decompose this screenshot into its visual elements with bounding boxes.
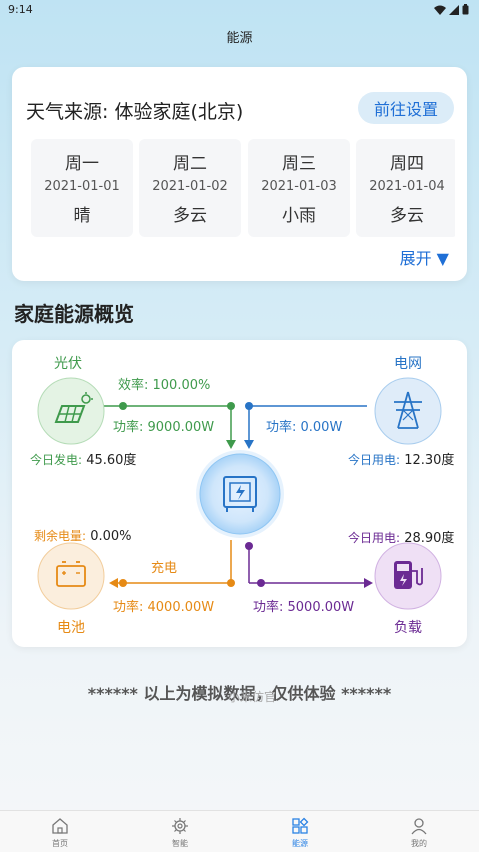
solar-efficiency: 效率: 100.00% — [118, 378, 211, 393]
day-name: 周三 — [282, 154, 316, 174]
load-power: 功率: 5000.00W — [253, 600, 355, 615]
weather-day-card[interactable]: 周二 2021-01-02 多云 — [139, 139, 241, 237]
battery-power: 功率: 4000.00W — [113, 600, 215, 615]
day-date: 2021-01-04 — [369, 179, 445, 194]
smart-gear-icon — [172, 818, 188, 834]
charging-station-icon — [374, 542, 442, 610]
power-tower-icon — [374, 377, 442, 445]
energy-grid-icon — [292, 817, 309, 834]
energy-flow-diagram — [37, 377, 442, 610]
tab-label: 我的 — [411, 839, 427, 848]
status-bar: 9:14 — [0, 0, 479, 22]
weather-card: 天气来源: 体验家庭(北京) 前往设置 周一 2021-01-01 晴 周二 2… — [12, 67, 467, 281]
tab-home[interactable]: 首页 — [0, 811, 120, 852]
battery-node-icon — [37, 542, 105, 610]
load-flow-line — [245, 542, 373, 588]
signal-icon — [449, 4, 459, 15]
home-icon — [52, 818, 68, 834]
expand-button[interactable]: 展开 ▼ — [400, 245, 449, 269]
tab-mine[interactable]: 我的 — [359, 811, 479, 852]
day-name: 周二 — [173, 154, 207, 174]
status-time: 9:14 — [8, 3, 33, 16]
solar-panel-icon — [37, 377, 105, 445]
solar-today-label: 今日发电: — [30, 453, 83, 467]
weather-source-title: 天气来源: 体验家庭(北京) — [26, 101, 244, 123]
energy-overview-card: 光伏 效率: 100.00% 功率: 9000.00W 今日发电: 45.60度… — [12, 340, 467, 647]
grid-today-label: 今日用电: — [348, 453, 401, 467]
goto-settings-button[interactable]: 前往设置 — [358, 92, 454, 124]
load-label: 负载 — [394, 620, 422, 636]
weather-day-card[interactable]: 周三 2021-01-03 小雨 — [248, 139, 350, 237]
load-today-row: 今日用电: 28.90度 — [348, 527, 454, 546]
energy-overview-title: 家庭能源概览 — [14, 302, 134, 326]
load-today-value: 28.90度 — [404, 531, 455, 546]
weather-days[interactable]: 周一 2021-01-01 晴 周二 2021-01-02 多云 周三 2021… — [31, 139, 455, 237]
battery-label: 电池 — [57, 620, 85, 636]
tab-label: 智能 — [172, 839, 188, 848]
solar-label: 光伏 — [54, 356, 82, 372]
day-weather: 小雨 — [282, 206, 316, 226]
bottom-tab-bar: 首页 智能 能源 我的 — [0, 810, 479, 852]
solar-today-value: 45.60度 — [86, 453, 137, 468]
day-weather: 晴 — [73, 206, 91, 226]
battery-remaining-row: 剩余电量: 0.00% — [34, 527, 132, 544]
solar-power: 功率: 9000.00W — [113, 420, 215, 435]
day-date: 2021-01-02 — [152, 179, 228, 194]
battery-remaining-value: 0.00% — [90, 529, 132, 544]
status-icons — [434, 4, 469, 15]
tab-label: 首页 — [52, 839, 68, 848]
day-date: 2021-01-01 — [44, 179, 120, 194]
wifi-icon — [434, 5, 446, 15]
page-title: 能源 — [226, 31, 253, 46]
grid-today-row: 今日用电: 12.30度 — [348, 449, 454, 468]
user-icon — [411, 818, 427, 835]
grid-label: 电网 — [394, 356, 422, 372]
day-date: 2021-01-03 — [261, 179, 337, 194]
battery-icon — [462, 4, 469, 15]
tab-smart[interactable]: 智能 — [120, 811, 240, 852]
grid-power: 功率: 0.00W — [266, 420, 343, 435]
solar-today-row: 今日发电: 45.60度 — [30, 449, 136, 468]
grid-today-value: 12.30度 — [404, 453, 455, 468]
day-weather: 多云 — [173, 206, 207, 226]
day-name: 周一 — [65, 154, 99, 174]
inverter-icon — [196, 450, 284, 538]
day-weather: 多云 — [390, 206, 424, 226]
battery-state: 充电 — [151, 561, 178, 576]
load-today-label: 今日用电: — [348, 531, 401, 545]
watermark: 小米仿官 — [228, 690, 277, 704]
battery-remaining-label: 剩余电量: — [34, 529, 87, 543]
day-name: 周四 — [390, 154, 424, 174]
tab-label: 能源 — [292, 839, 308, 848]
weather-day-card[interactable]: 周四 2021-01-04 多云 — [356, 139, 455, 237]
tab-energy[interactable]: 能源 — [240, 811, 360, 852]
weather-day-card[interactable]: 周一 2021-01-01 晴 — [31, 139, 133, 237]
